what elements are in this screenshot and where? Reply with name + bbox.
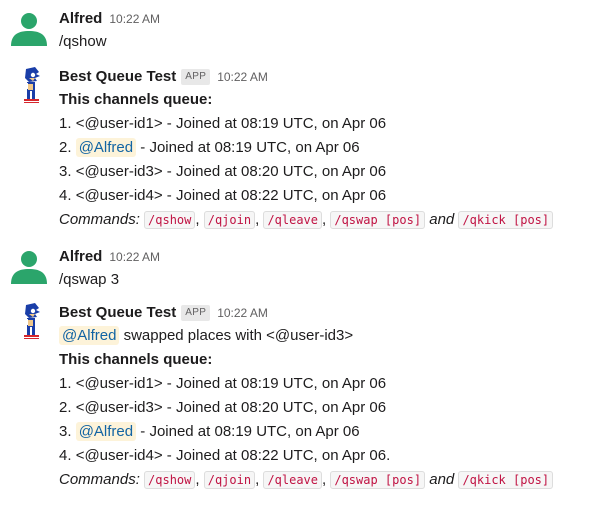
author-name[interactable]: Alfred	[59, 8, 102, 30]
swap-notice: @Alfred swapped places with <@user-id3>	[59, 324, 596, 348]
command-code: /qshow	[144, 471, 196, 489]
queue-item: 1. <@user-id1> - Joined at 08:19 UTC, on…	[59, 375, 387, 392]
command-code: /qshow	[144, 211, 196, 229]
queue-item: 3. <@user-id3> - Joined at 08:20 UTC, on…	[59, 163, 387, 180]
app-badge: APP	[181, 305, 211, 321]
command-code: /qjoin	[203, 471, 256, 489]
user-mention[interactable]: @Alfred	[75, 138, 137, 157]
author-name[interactable]: Best Queue Test	[59, 66, 176, 88]
timestamp[interactable]: 10:22 AM	[217, 302, 268, 324]
queue-item: 1. <@user-id1> - Joined at 08:19 UTC, on…	[59, 115, 387, 132]
user-mention[interactable]: @Alfred	[75, 422, 137, 441]
message-text: /qswap 3	[59, 271, 120, 288]
command-code: /qkick [pos]	[458, 471, 554, 489]
queue-item: 2. <@user-id3> - Joined at 08:20 UTC, on…	[59, 399, 387, 416]
author-name[interactable]: Alfred	[59, 246, 102, 268]
queue-heading: This channels queue:	[59, 351, 213, 368]
message-text: /qshow	[59, 33, 107, 50]
app-badge: APP	[181, 69, 211, 85]
author-name[interactable]: Best Queue Test	[59, 302, 176, 324]
command-code: /qswap [pos]	[330, 211, 426, 229]
command-code: /qswap [pos]	[330, 471, 426, 489]
command-code: /qleave	[263, 471, 323, 489]
command-code: /qleave	[263, 211, 323, 229]
person-avatar-icon[interactable]	[9, 8, 49, 48]
queue-item: 4. <@user-id4> - Joined at 08:22 UTC, on…	[59, 447, 391, 464]
commands-line: Commands: /qshow, /qjoin, /qleave, /qswa…	[59, 208, 596, 232]
command-code: /qkick [pos]	[458, 211, 554, 229]
commands-line: Commands: /qshow, /qjoin, /qleave, /qswa…	[59, 468, 596, 492]
bot-avatar-icon[interactable]	[20, 66, 42, 106]
timestamp[interactable]: 10:22 AM	[217, 66, 268, 88]
command-code: /qjoin	[203, 211, 256, 229]
queue-item: 2. @Alfred - Joined at 08:19 UTC, on Apr…	[59, 138, 360, 157]
bot-avatar-icon[interactable]	[20, 302, 42, 342]
timestamp[interactable]: 10:22 AM	[109, 246, 160, 268]
person-avatar-icon[interactable]	[9, 246, 49, 286]
timestamp[interactable]: 10:22 AM	[109, 8, 160, 30]
queue-heading: This channels queue:	[59, 91, 213, 108]
queue-item: 3. @Alfred - Joined at 08:19 UTC, on Apr…	[59, 422, 360, 441]
user-mention[interactable]: @Alfred	[59, 326, 120, 345]
queue-item: 4. <@user-id4> - Joined at 08:22 UTC, on…	[59, 187, 387, 204]
